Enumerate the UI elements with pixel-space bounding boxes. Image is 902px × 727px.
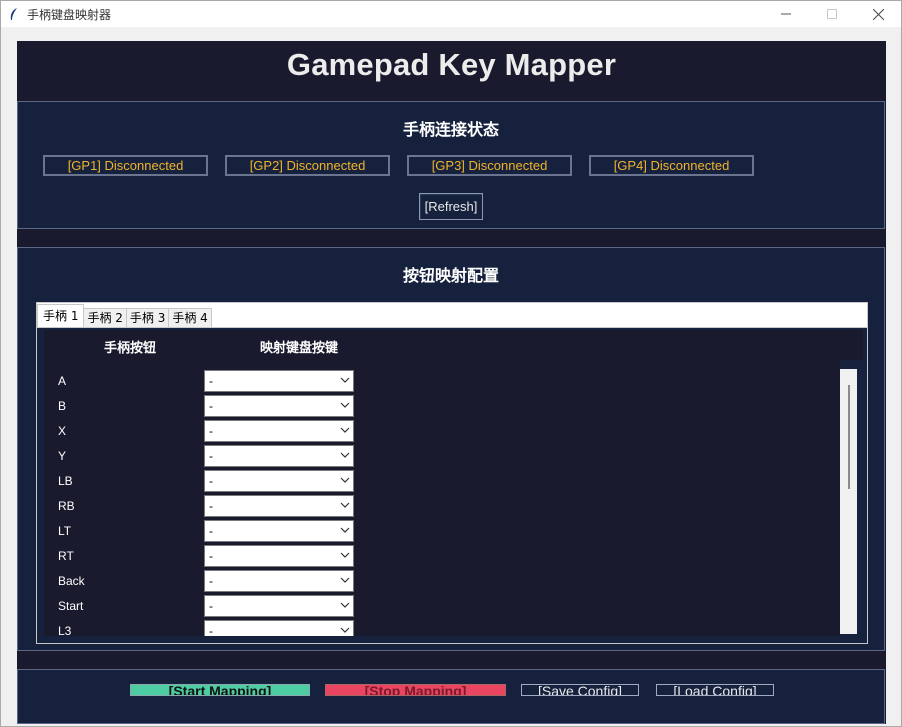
chevron-down-icon bbox=[340, 527, 350, 533]
mapping-row: RT - bbox=[44, 545, 840, 570]
mapping-row: RB - bbox=[44, 495, 840, 520]
gp1-status: [GP1] Disconnected bbox=[43, 155, 208, 176]
tab-gamepad-3[interactable]: 手柄 3 bbox=[125, 308, 170, 328]
key-select[interactable]: - bbox=[204, 395, 354, 417]
chevron-down-icon bbox=[340, 502, 350, 508]
key-select[interactable]: - bbox=[204, 620, 354, 636]
key-select[interactable]: - bbox=[204, 445, 354, 467]
gamepad-button-label: B bbox=[58, 399, 67, 413]
chevron-down-icon bbox=[340, 402, 350, 408]
chevron-down-icon bbox=[340, 552, 350, 558]
mapping-row: A- bbox=[44, 370, 840, 395]
load-config-button[interactable]: [Load Config] bbox=[656, 684, 774, 696]
window-title: 手柄键盘映射器 bbox=[27, 7, 112, 22]
start-mapping-button[interactable]: [Start Mapping] bbox=[130, 684, 310, 696]
key-select-value: - bbox=[209, 374, 213, 388]
column-header-button: 手柄按钮 bbox=[104, 341, 157, 356]
chevron-down-icon bbox=[340, 377, 350, 383]
tab-gamepad-2[interactable]: 手柄 2 bbox=[83, 308, 127, 328]
control-section: [Start Mapping] [Stop Mapping] [Save Con… bbox=[17, 669, 885, 724]
key-select-value: - bbox=[209, 499, 213, 513]
save-config-button[interactable]: [Save Config] bbox=[521, 684, 639, 696]
mapping-row: B- bbox=[44, 395, 840, 420]
mapping-row: X- bbox=[44, 420, 840, 445]
gp3-status: [GP3] Disconnected bbox=[407, 155, 572, 176]
app-window: 手柄键盘映射器 Gamepad Key Mapper 手柄连接状态 [GP1] … bbox=[0, 0, 902, 727]
gamepad-button-label: X bbox=[58, 424, 67, 438]
chevron-down-icon bbox=[340, 427, 350, 433]
app-title: Gamepad Key Mapper bbox=[286, 47, 617, 82]
mapping-section-title: 按钮映射配置 bbox=[402, 266, 499, 285]
key-select[interactable]: - bbox=[204, 470, 354, 492]
chevron-down-icon bbox=[340, 577, 350, 583]
key-select-value: - bbox=[209, 399, 213, 413]
gp4-status: [GP4] Disconnected bbox=[589, 155, 754, 176]
scrollbar-thumb[interactable] bbox=[848, 385, 850, 489]
key-select[interactable]: - bbox=[204, 420, 354, 442]
gamepad-button-label: A bbox=[58, 374, 67, 388]
gamepad-button-label: Y bbox=[58, 449, 67, 463]
maximize-button[interactable] bbox=[809, 1, 855, 27]
chevron-down-icon bbox=[340, 477, 350, 483]
key-select[interactable]: - bbox=[204, 595, 354, 617]
mapping-row: Start - bbox=[44, 595, 840, 620]
gamepad-button-label: Start bbox=[58, 599, 84, 613]
key-select[interactable]: - bbox=[204, 570, 354, 592]
mapping-table-header: 手柄按钮 映射键盘按键 bbox=[44, 330, 863, 360]
mapping-row: Y- bbox=[44, 445, 840, 470]
gamepad-button-label: RT bbox=[58, 549, 74, 563]
key-select[interactable]: - bbox=[204, 520, 354, 542]
title-bar[interactable]: 手柄键盘映射器 bbox=[1, 1, 901, 27]
stop-mapping-button[interactable]: [Stop Mapping] bbox=[325, 684, 506, 696]
connection-status-section: 手柄连接状态 [GP1] Disconnected [GP2] Disconne… bbox=[17, 101, 885, 229]
chevron-down-icon bbox=[340, 452, 350, 458]
key-select-value: - bbox=[209, 524, 213, 538]
gamepad-button-label: RB bbox=[58, 499, 75, 513]
key-select[interactable]: - bbox=[204, 495, 354, 517]
close-icon bbox=[872, 8, 884, 20]
mapping-row: L3 - bbox=[44, 620, 840, 636]
tab-gamepad-4[interactable]: 手柄 4 bbox=[168, 308, 212, 328]
minimize-icon bbox=[781, 13, 791, 15]
key-select-value: - bbox=[209, 624, 213, 636]
feather-icon bbox=[7, 7, 21, 21]
chevron-down-icon bbox=[340, 627, 350, 633]
mapping-scrollbar[interactable] bbox=[840, 369, 857, 634]
client-area: Gamepad Key Mapper 手柄连接状态 [GP1] Disconne… bbox=[1, 27, 901, 726]
close-button[interactable] bbox=[855, 1, 901, 27]
key-select-value: - bbox=[209, 549, 213, 563]
tab-bar: 手柄 1 手柄 2 手柄 3 手柄 4 bbox=[37, 303, 212, 328]
status-section-title: 手柄连接状态 bbox=[402, 120, 499, 139]
tab-panel: 手柄按钮 映射键盘按键 A - B - X - Y - LB - RB - LT - RT - Back - Sta… bbox=[37, 327, 867, 643]
mapping-list[interactable]: A - B - X - Y - LB - RB - LT - RT - Back - Start - L3- bbox=[44, 360, 840, 636]
tab-gamepad-1[interactable]: 手柄 1 bbox=[37, 304, 85, 328]
gamepad-button-label: LT bbox=[58, 524, 72, 538]
mapping-row: LB - bbox=[44, 470, 840, 495]
column-header-key: 映射键盘按键 bbox=[260, 341, 339, 356]
key-select-value: - bbox=[209, 424, 213, 438]
refresh-button[interactable]: [Refresh] bbox=[419, 193, 483, 220]
window-controls bbox=[763, 1, 901, 27]
key-select[interactable]: - bbox=[204, 545, 354, 567]
gamepad-button-label: L3 bbox=[58, 624, 72, 636]
app-container: Gamepad Key Mapper 手柄连接状态 [GP1] Disconne… bbox=[17, 41, 886, 724]
mapping-row: Back - bbox=[44, 570, 840, 595]
gamepad-button-label: Back bbox=[58, 574, 85, 588]
key-select-value: - bbox=[209, 599, 213, 613]
key-select-value: - bbox=[209, 449, 213, 463]
key-select-value: - bbox=[209, 574, 213, 588]
gamepad-button-label: LB bbox=[58, 474, 73, 488]
button-mapping-section: 按钮映射配置 手柄 1 手柄 2 手柄 3 手柄 4 手柄按钮 映射键盘按键 A… bbox=[17, 247, 885, 651]
key-select-value: - bbox=[209, 474, 213, 488]
minimize-button[interactable] bbox=[763, 1, 809, 27]
gp2-status: [GP2] Disconnected bbox=[225, 155, 390, 176]
maximize-icon bbox=[827, 9, 837, 19]
gamepad-notebook: 手柄 1 手柄 2 手柄 3 手柄 4 手柄按钮 映射键盘按键 A-B-X-Y-… bbox=[36, 302, 868, 644]
key-select[interactable]: - bbox=[204, 370, 354, 392]
mapping-row: LT - bbox=[44, 520, 840, 545]
chevron-down-icon bbox=[340, 602, 350, 608]
